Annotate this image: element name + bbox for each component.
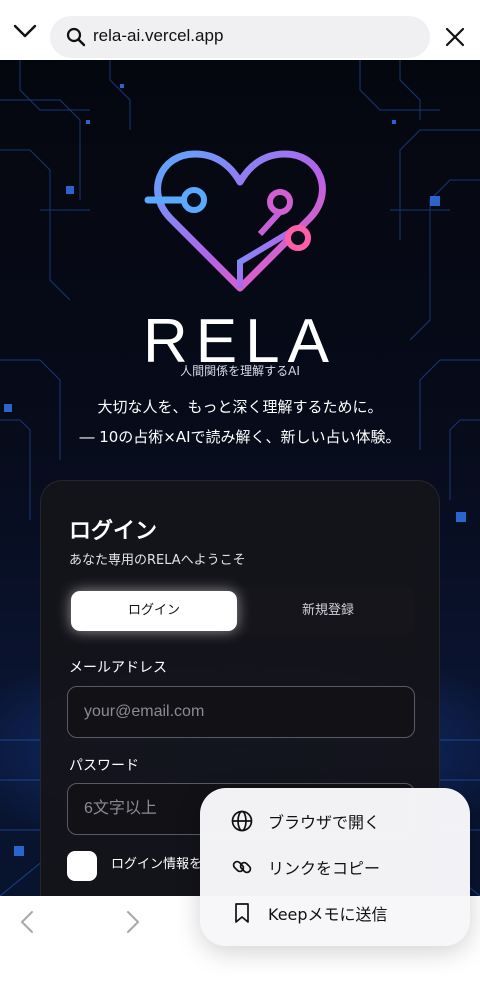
chevron-right-icon[interactable] xyxy=(124,910,142,934)
hero-tagline-1: 大切な人を、もっと深く理解するために。 xyxy=(97,398,383,416)
card-title: ログイン xyxy=(69,519,158,544)
hero-tagline-2: ― 10の占術×AIで読み解く、新しい占い体験。 xyxy=(79,428,401,446)
menu-item-send-to-keep[interactable]: Keepメモに送信 xyxy=(200,890,470,936)
chevron-left-icon[interactable] xyxy=(18,910,36,934)
url-bar[interactable]: rela-ai.vercel.app xyxy=(50,16,430,58)
card-subtitle: あなた専用のRELAへようこそ xyxy=(69,553,246,568)
close-icon[interactable] xyxy=(444,26,466,48)
menu-item-copy-link[interactable]: リンクをコピー xyxy=(200,844,470,890)
email-field[interactable] xyxy=(67,686,415,738)
globe-icon xyxy=(231,810,253,832)
search-icon xyxy=(66,27,86,47)
remember-label: ログイン情報を xyxy=(111,857,203,872)
link-icon xyxy=(232,860,252,874)
password-label: パスワード xyxy=(69,758,139,774)
context-menu: ブラウザで開く リンクをコピー Keepメモに送信 xyxy=(200,788,470,946)
tab-login[interactable]: ログイン xyxy=(71,591,237,631)
chevron-down-icon[interactable] xyxy=(12,22,38,40)
browser-top-bar: rela-ai.vercel.app xyxy=(0,0,480,60)
tab-register[interactable]: 新規登録 xyxy=(245,591,411,631)
circuit-heart-logo xyxy=(144,150,326,292)
menu-item-label: ブラウザで開く xyxy=(268,813,381,832)
email-label: メールアドレス xyxy=(69,660,167,676)
menu-item-label: Keepメモに送信 xyxy=(268,905,388,924)
menu-item-label: リンクをコピー xyxy=(268,859,381,878)
brand-tagline: 人間関係を理解するAI xyxy=(180,364,300,378)
url-text: rela-ai.vercel.app xyxy=(93,26,224,45)
auth-tabs: ログイン 新規登録 xyxy=(67,587,415,635)
web-page: RELA 人間関係を理解するAI 大切な人を、もっと深く理解するために。 ― 1… xyxy=(0,60,480,896)
bookmark-icon xyxy=(235,903,249,923)
menu-item-open-in-browser[interactable]: ブラウザで開く xyxy=(200,798,470,844)
remember-checkbox[interactable] xyxy=(67,851,97,881)
